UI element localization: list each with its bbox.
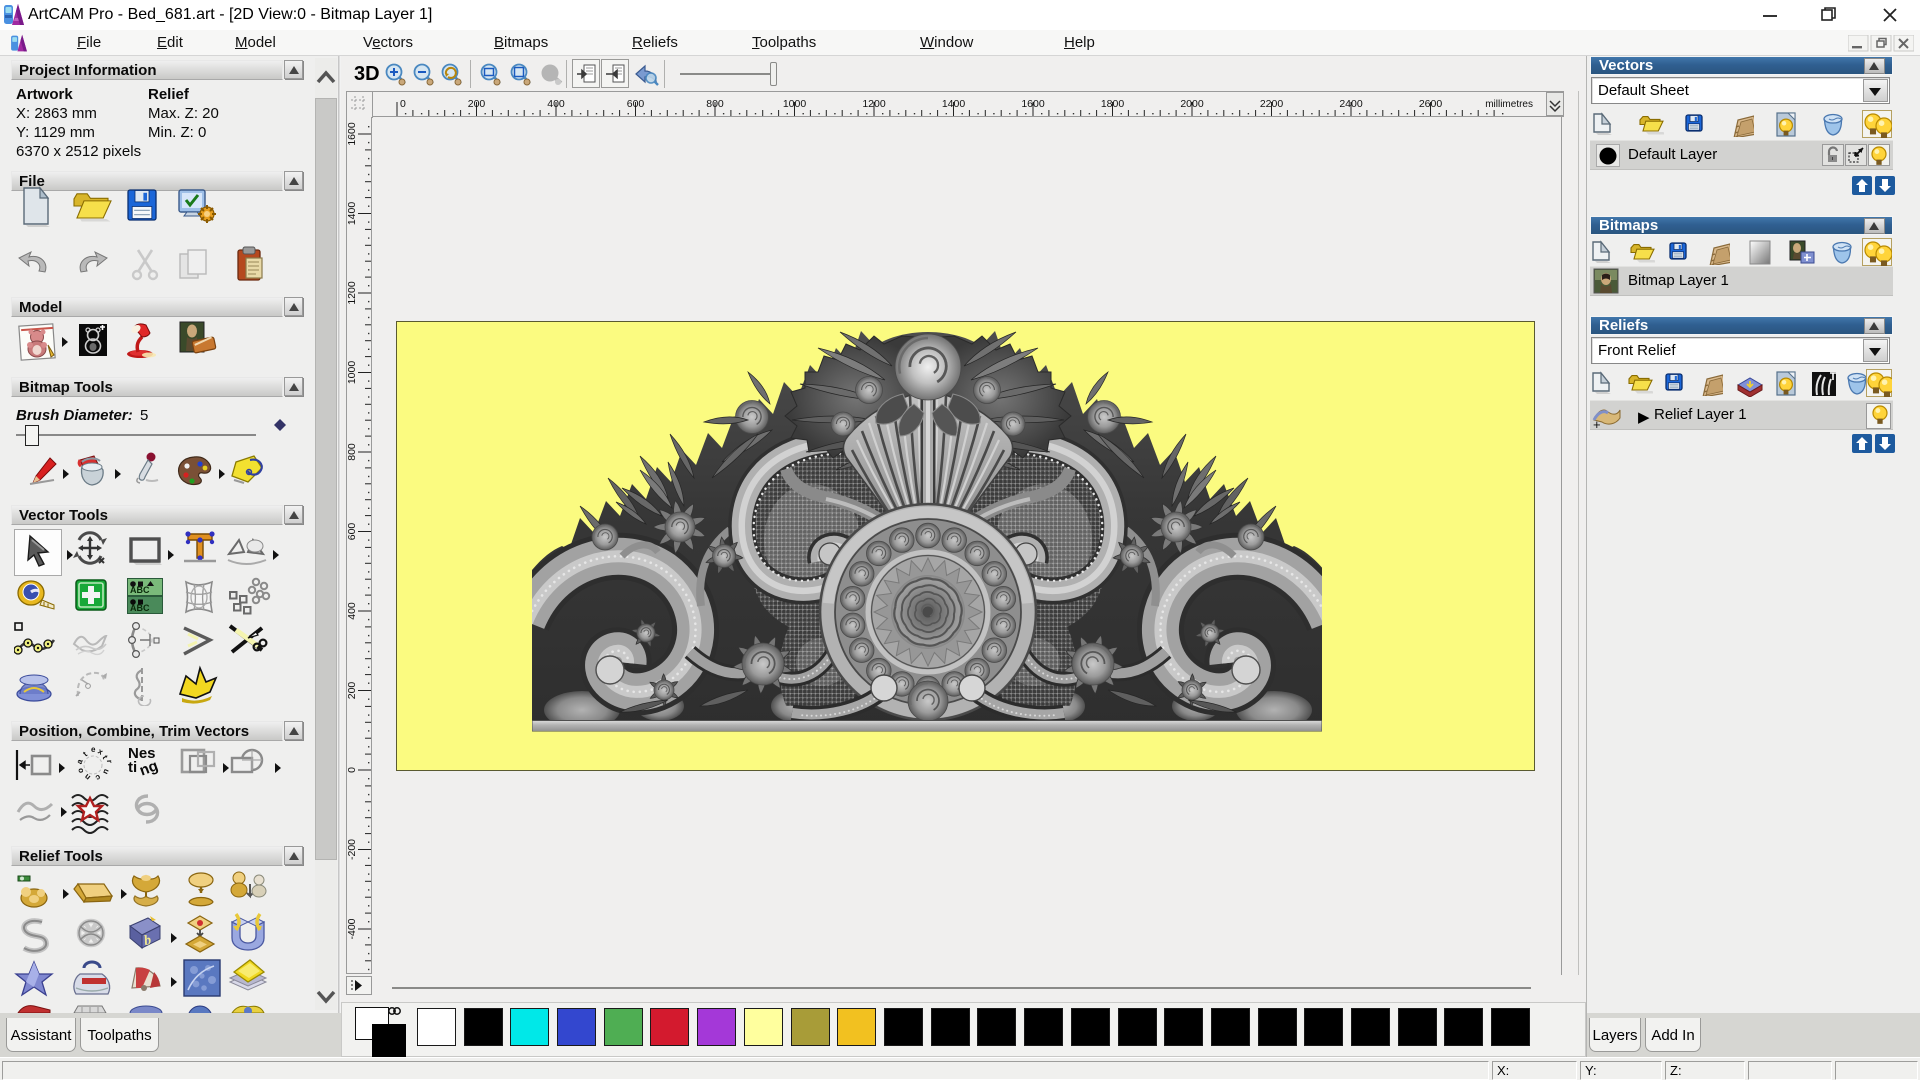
svg-text:-200: -200 — [347, 839, 358, 860]
svg-text:a: a — [75, 757, 85, 765]
svg-text:400: 400 — [347, 602, 358, 620]
svg-text:800: 800 — [706, 98, 724, 110]
svg-text:1400: 1400 — [942, 98, 966, 110]
svg-text:e: e — [91, 746, 96, 754]
svg-text:o: o — [76, 767, 86, 773]
svg-text:600: 600 — [627, 98, 645, 110]
svg-text:200: 200 — [347, 682, 358, 700]
svg-text:400: 400 — [547, 98, 565, 110]
svg-text:2000: 2000 — [1180, 98, 1204, 110]
svg-text:1200: 1200 — [347, 281, 358, 305]
svg-text:1200: 1200 — [862, 98, 886, 110]
svg-text:u: u — [101, 767, 111, 775]
svg-text:1800: 1800 — [1101, 98, 1125, 110]
svg-text:200: 200 — [468, 98, 486, 110]
svg-text:r: r — [105, 760, 114, 764]
svg-text:0: 0 — [400, 98, 406, 110]
svg-text:600: 600 — [347, 523, 358, 541]
svg-text:+: + — [1593, 417, 1601, 430]
svg-text:ti: ti — [128, 759, 137, 776]
svg-text:-400: -400 — [347, 918, 358, 939]
svg-text:2200: 2200 — [1260, 98, 1284, 110]
svg-text:0: 0 — [347, 767, 358, 773]
svg-text:1000: 1000 — [783, 98, 807, 110]
svg-text:ABC: ABC — [130, 603, 150, 613]
svg-text:1600: 1600 — [1021, 98, 1045, 110]
svg-text:2400: 2400 — [1339, 98, 1363, 110]
svg-text:millimetres: millimetres — [1485, 99, 1533, 110]
svg-text:1600: 1600 — [347, 122, 358, 146]
svg-text:800: 800 — [347, 443, 358, 461]
svg-text:1000: 1000 — [347, 361, 358, 385]
svg-text:ABC: ABC — [130, 585, 150, 595]
svg-text:2600: 2600 — [1419, 98, 1443, 110]
svg-text:1400: 1400 — [347, 202, 358, 226]
